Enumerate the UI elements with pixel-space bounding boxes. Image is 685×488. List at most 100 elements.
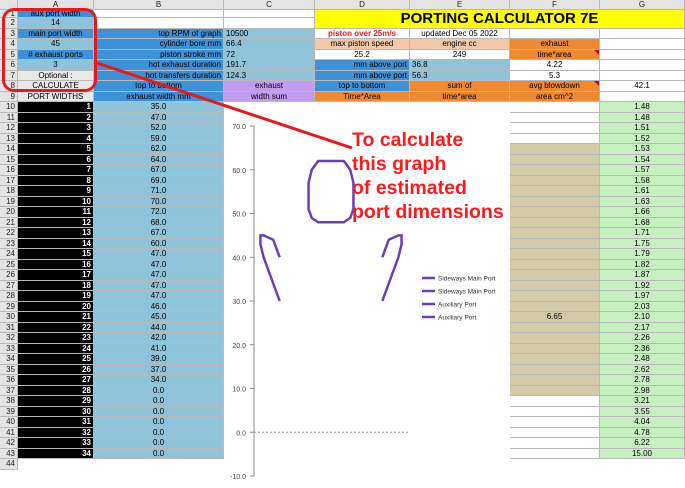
row-header[interactable]: 42	[0, 438, 18, 449]
row-index[interactable]: 14	[18, 238, 94, 249]
row-index[interactable]: 22	[18, 322, 94, 333]
row-header[interactable]: 33	[0, 343, 18, 354]
blowdown-cell[interactable]	[510, 301, 600, 312]
param-label[interactable]: piston stroke mm	[94, 49, 224, 60]
cell[interactable]	[600, 70, 685, 81]
cell[interactable]	[94, 18, 224, 29]
row-index[interactable]: 32	[18, 427, 94, 438]
row-header[interactable]: 20	[0, 207, 18, 218]
row-header[interactable]: 39	[0, 406, 18, 417]
exhaust-width-cell[interactable]: 35.0	[94, 102, 224, 113]
cell[interactable]	[600, 60, 685, 71]
area-cell[interactable]: 4.04	[600, 417, 685, 428]
row-header[interactable]: 36	[0, 375, 18, 386]
cell[interactable]	[600, 28, 685, 39]
row-header[interactable]: 34	[0, 354, 18, 365]
exhaust-width-cell[interactable]: 67.0	[94, 165, 224, 176]
row-header[interactable]: 41	[0, 427, 18, 438]
param-label[interactable]: hot exhaust duration	[94, 60, 224, 71]
area-cell[interactable]: 1.48	[600, 112, 685, 123]
exhaust-time-area-value[interactable]: 4.22	[510, 60, 600, 71]
row-index[interactable]: 17	[18, 270, 94, 281]
row-index[interactable]: 16	[18, 259, 94, 270]
blowdown-cell[interactable]	[510, 249, 600, 260]
exhaust-width-cell[interactable]: 70.0	[94, 196, 224, 207]
title-banner[interactable]: PORTING CALCULATOR 7E	[315, 10, 685, 29]
row-header[interactable]: 14	[0, 144, 18, 155]
blowdown-cell[interactable]	[510, 133, 600, 144]
transfer-time-area-value[interactable]: 5.3	[510, 70, 600, 81]
row-index[interactable]: 15	[18, 249, 94, 260]
exhaust-width-cell[interactable]: 69.0	[94, 175, 224, 186]
area-label[interactable]: area cm^2	[510, 91, 600, 102]
blowdown-cell[interactable]	[510, 396, 600, 407]
row-index[interactable]: 21	[18, 312, 94, 323]
exhaust-width-cell[interactable]: 47.0	[94, 112, 224, 123]
avg-blowdown-label[interactable]: avg blowdown	[510, 81, 600, 92]
row-header[interactable]: 29	[0, 301, 18, 312]
column-header-e[interactable]: E	[410, 0, 510, 10]
row-header[interactable]: 35	[0, 364, 18, 375]
row-header[interactable]: 24	[0, 249, 18, 260]
blowdown-cell[interactable]	[510, 186, 600, 197]
area-cell[interactable]: 1.57	[600, 165, 685, 176]
blowdown-cell[interactable]	[510, 207, 600, 218]
row-index[interactable]: 7	[18, 165, 94, 176]
blowdown-value[interactable]: 42.1	[600, 81, 685, 92]
area-cell[interactable]: 1.79	[600, 249, 685, 260]
row-index[interactable]: 23	[18, 333, 94, 344]
top-to-bottom-label[interactable]: top to bottom	[315, 81, 410, 92]
row-header[interactable]: 11	[0, 112, 18, 123]
area-cell[interactable]: 2.26	[600, 333, 685, 344]
blowdown-cell[interactable]	[510, 364, 600, 375]
column-header-d[interactable]: D	[315, 0, 410, 10]
exhaust-width-cell[interactable]: 37.0	[94, 364, 224, 375]
piston-warning[interactable]: piston over 25m/s	[315, 28, 410, 39]
cell[interactable]	[600, 91, 685, 102]
row-index[interactable]: 28	[18, 385, 94, 396]
row-header[interactable]: 40	[0, 417, 18, 428]
engine-cc-value[interactable]: 249	[410, 49, 510, 60]
row-header[interactable]: 22	[0, 228, 18, 239]
blowdown-cell[interactable]	[510, 228, 600, 239]
row-header[interactable]: 23	[0, 238, 18, 249]
area-cell[interactable]: 1.52	[600, 133, 685, 144]
time-area-label[interactable]: Time*Area	[315, 91, 410, 102]
blowdown-cell[interactable]	[510, 259, 600, 270]
exhaust-width-cell[interactable]: 0.0	[94, 448, 224, 459]
blowdown-cell[interactable]	[510, 217, 600, 228]
exhaust-width-cell[interactable]: 47.0	[94, 270, 224, 281]
area-cell[interactable]: 2.03	[600, 301, 685, 312]
exhaust-width-cell[interactable]: 41.0	[94, 343, 224, 354]
exhaust-width-cell[interactable]: 59.0	[94, 133, 224, 144]
area-cell[interactable]: 1.61	[600, 186, 685, 197]
row-index[interactable]: 6	[18, 154, 94, 165]
param-label[interactable]: hot transfers duration	[94, 70, 224, 81]
column-header-f[interactable]: F	[510, 0, 600, 10]
max-piston-speed-value[interactable]: 25.2	[315, 49, 410, 60]
cell[interactable]	[224, 10, 315, 18]
row-index[interactable]: 3	[18, 123, 94, 134]
row-header[interactable]: 9	[0, 91, 18, 102]
area-cell[interactable]: 3.55	[600, 406, 685, 417]
area-cell[interactable]: 2.10	[600, 312, 685, 323]
row-header[interactable]: 27	[0, 280, 18, 291]
row-index[interactable]: 10	[18, 196, 94, 207]
area-cell[interactable]: 1.75	[600, 238, 685, 249]
row-header[interactable]: 18	[0, 186, 18, 197]
blowdown-cell[interactable]	[510, 385, 600, 396]
area-cell[interactable]: 2.78	[600, 375, 685, 386]
blowdown-cell[interactable]	[510, 280, 600, 291]
cell[interactable]	[224, 18, 315, 29]
exhaust-width-cell[interactable]: 44.0	[94, 322, 224, 333]
blowdown-cell[interactable]	[510, 343, 600, 354]
area-cell[interactable]: 3.21	[600, 396, 685, 407]
row-header[interactable]: 15	[0, 154, 18, 165]
row-index[interactable]: 9	[18, 186, 94, 197]
blowdown-cell[interactable]	[510, 123, 600, 134]
exhaust-width-cell[interactable]: 60.0	[94, 238, 224, 249]
column-header-g[interactable]: G	[600, 0, 685, 10]
max-piston-speed-label[interactable]: max piston speed	[315, 39, 410, 50]
blowdown-cell[interactable]	[510, 333, 600, 344]
param-value[interactable]: 124.3	[224, 70, 315, 81]
